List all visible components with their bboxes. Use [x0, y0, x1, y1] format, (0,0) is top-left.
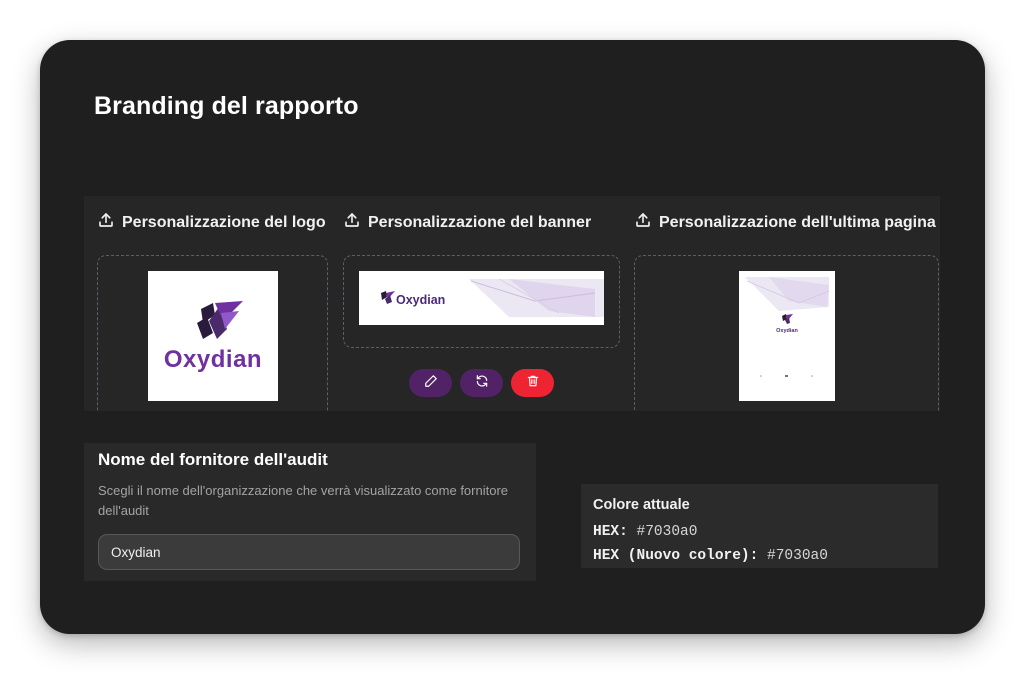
banner-section-header: Personalizzazione del banner — [343, 211, 591, 234]
hex-value: #7030a0 — [636, 524, 698, 540]
last-page-dropzone[interactable]: Oxydian — [634, 255, 939, 411]
logo-section: Personalizzazione del logo Oxydian — [97, 196, 335, 411]
banner-dropzone[interactable]: Oxydian — [343, 255, 620, 348]
pencil-icon — [424, 374, 438, 393]
logo-thumbnail: Oxydian — [148, 271, 278, 401]
oxydian-logo-mark: Oxydian — [164, 301, 262, 373]
logo-dropzone[interactable]: Oxydian — [97, 255, 328, 411]
refresh-icon — [475, 374, 489, 393]
logo-brand-text: Oxydian — [164, 346, 262, 373]
banner-section: Personalizzazione del banner Oxydian — [343, 196, 623, 411]
upload-icon — [343, 211, 361, 234]
provider-description: Scegli il nome dell'organizzazione che v… — [98, 483, 509, 518]
hex-label: HEX: — [593, 524, 628, 540]
replace-banner-button[interactable] — [460, 369, 503, 397]
provider-title: Nome del fornitore dell'audit — [98, 450, 328, 469]
upload-strip: Personalizzazione del logo Oxydian Perso… — [84, 196, 940, 411]
last-page-brand-text: Oxydian — [776, 328, 798, 334]
new-hex-label: HEX (Nuovo colore): — [593, 548, 759, 564]
new-hex-value: #7030a0 — [767, 548, 828, 564]
banner-actions — [409, 369, 554, 397]
logo-section-header: Personalizzazione del logo — [97, 211, 326, 234]
banner-thumbnail: Oxydian — [359, 271, 604, 325]
new-hex-line: HEX (Nuovo colore): #7030a0 — [593, 548, 828, 564]
provider-panel: Nome del fornitore dell'audit Scegli il … — [84, 443, 536, 581]
last-page-section-header: Personalizzazione dell'ultima pagina — [634, 211, 936, 234]
banner-section-label: Personalizzazione del banner — [368, 213, 592, 231]
logo-section-label: Personalizzazione del logo — [122, 213, 326, 231]
banner-graphic: Oxydian — [381, 278, 604, 317]
color-panel: Colore attuale HEX: #7030a0 HEX (Nuovo c… — [581, 484, 938, 568]
upload-icon — [634, 211, 652, 234]
page-title: Branding del rapporto — [94, 92, 359, 120]
trash-icon — [526, 374, 540, 393]
last-page-section-label: Personalizzazione dell'ultima pagina — [659, 213, 936, 231]
delete-banner-button[interactable] — [511, 369, 554, 397]
report-branding-window: Branding del rapporto Personalizzazione … — [40, 40, 985, 634]
current-hex-line: HEX: #7030a0 — [593, 524, 697, 540]
color-title: Colore attuale — [593, 497, 690, 513]
last-page-graphic: Oxydian — [745, 277, 830, 377]
last-page-thumbnail: Oxydian — [739, 271, 835, 401]
banner-brand-text: Oxydian — [396, 293, 445, 307]
edit-banner-button[interactable] — [409, 369, 452, 397]
upload-icon — [97, 211, 115, 234]
last-page-section: Personalizzazione dell'ultima pagina Oxy… — [634, 196, 940, 411]
provider-name-input[interactable] — [98, 534, 520, 570]
